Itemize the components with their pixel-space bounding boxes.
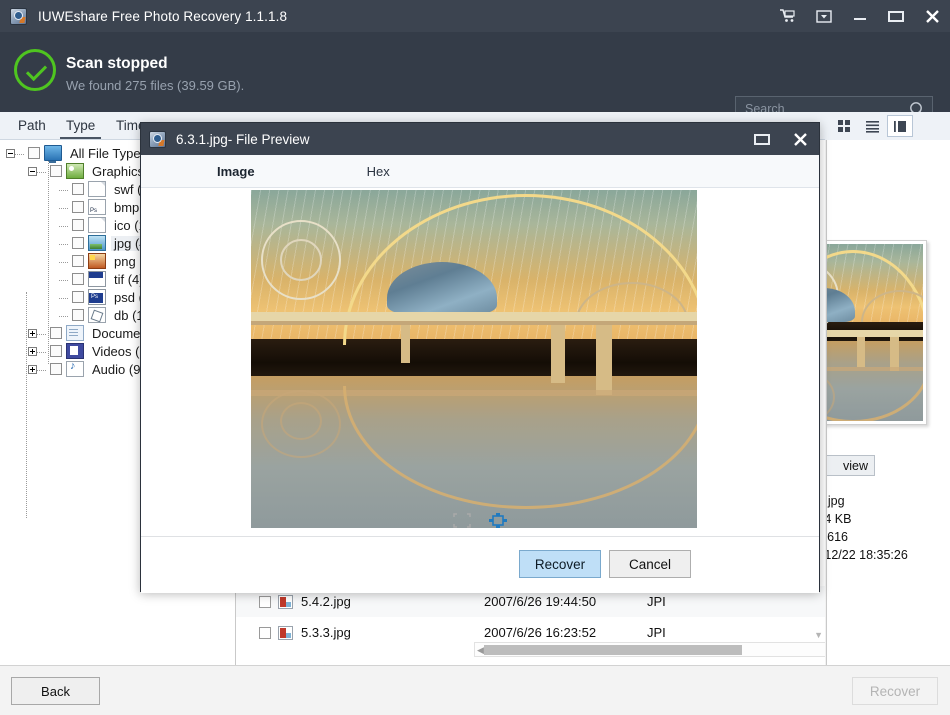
list-view-button[interactable] <box>859 115 885 137</box>
dialog-window-controls <box>743 123 819 155</box>
actual-size-icon[interactable] <box>489 513 507 529</box>
window-title: IUWEshare Free Photo Recovery 1.1.1.8 <box>38 8 288 24</box>
scan-status-title: Scan stopped <box>66 55 168 72</box>
dialog-cancel-button[interactable]: Cancel <box>609 550 691 578</box>
tree-item-checkbox[interactable] <box>50 165 62 177</box>
tree-item-checkbox[interactable] <box>72 255 84 267</box>
close-icon[interactable] <box>781 123 819 155</box>
preview-button[interactable]: view <box>827 455 875 476</box>
expand-toggle[interactable] <box>28 364 37 374</box>
file-type: JPI <box>647 625 666 640</box>
view-mode-toolbar <box>825 112 950 140</box>
file-preview-dialog: 6.3.1.jpg- File Preview Image Hex Recove… <box>140 122 820 593</box>
preview-side-panel: view 3.1.jpg 4.54 KB 2 x 616 08/12/22 18… <box>826 140 950 665</box>
dialog-footer: Recover Cancel <box>141 536 819 593</box>
scrollbar-thumb[interactable] <box>484 645 742 655</box>
tree-item-checkbox[interactable] <box>72 309 84 321</box>
jpeg-file-icon <box>278 594 293 609</box>
preview-thumbnail[interactable] <box>827 240 927 425</box>
monitor-icon <box>44 145 62 163</box>
expand-toggle[interactable] <box>28 328 37 338</box>
window-controls <box>770 0 950 32</box>
png-image-icon <box>88 253 106 269</box>
maximize-icon[interactable] <box>743 123 781 155</box>
tab-path[interactable]: Path <box>12 115 52 139</box>
vertical-scroll-down-arrow[interactable]: ▼ <box>814 630 823 640</box>
tree-item-checkbox[interactable] <box>50 363 62 375</box>
tree-item-checkbox[interactable] <box>72 237 84 249</box>
preview-image <box>251 190 697 528</box>
tif-image-icon <box>88 271 106 287</box>
app-window: IUWEshare Free Photo Recovery 1.1.1.8 Sc… <box>0 0 950 715</box>
fit-to-window-icon[interactable] <box>453 513 471 529</box>
psd-file-icon <box>88 289 106 305</box>
video-icon <box>66 343 84 359</box>
dialog-titlebar: 6.3.1.jpg- File Preview <box>141 123 819 155</box>
close-icon[interactable] <box>914 0 950 32</box>
collapse-toggle[interactable] <box>6 148 15 158</box>
app-logo-icon <box>149 130 166 148</box>
tree-item-checkbox[interactable] <box>50 345 62 357</box>
file-metadata: 3.1.jpg 4.54 KB 2 x 616 08/12/22 18:35:2… <box>826 492 908 564</box>
file-name: 5.4.2.jpg <box>301 594 351 609</box>
scan-status-band: Scan stopped We found 275 files (39.59 G… <box>0 32 950 121</box>
tree-item-checkbox[interactable] <box>28 147 40 159</box>
meta-datetime: 08/12/22 18:35:26 <box>827 548 908 562</box>
document-icon <box>88 217 106 233</box>
documents-icon <box>66 325 84 341</box>
db-file-icon <box>88 307 106 323</box>
file-name: 5.3.3.jpg <box>301 625 351 640</box>
minimize-icon[interactable] <box>842 0 878 32</box>
maximize-icon[interactable] <box>878 0 914 32</box>
scroll-left-arrow[interactable]: ◀ <box>477 645 484 656</box>
meta-dimensions: 2 x 616 <box>827 530 849 544</box>
tree-item-checkbox[interactable] <box>72 273 84 285</box>
graphics-icon <box>66 163 84 179</box>
bottom-action-bar: Back Recover <box>0 665 950 715</box>
collapse-toggle[interactable] <box>28 166 37 176</box>
meta-filesize: 4.54 KB <box>827 512 852 526</box>
horizontal-scrollbar[interactable]: ◀ ▶ ▶ <box>474 642 825 657</box>
tree-item-checkbox[interactable] <box>72 219 84 231</box>
recover-button: Recover <box>852 677 938 705</box>
dialog-recover-button[interactable]: Recover <box>519 550 601 578</box>
dialog-tabs: Image Hex <box>141 155 819 188</box>
tray-dropdown-icon[interactable] <box>806 0 842 32</box>
document-icon <box>88 181 106 197</box>
tree-item-checkbox[interactable] <box>72 183 84 195</box>
file-type: JPI <box>647 594 666 609</box>
tree-item-checkbox[interactable] <box>50 327 62 339</box>
row-checkbox[interactable] <box>259 626 271 639</box>
tab-hex[interactable]: Hex <box>367 164 390 179</box>
dialog-title: 6.3.1.jpg- File Preview <box>176 131 310 147</box>
meta-filename: 3.1.jpg <box>826 494 845 508</box>
tab-type[interactable]: Type <box>60 115 102 139</box>
back-button[interactable]: Back <box>11 677 100 705</box>
row-checkbox[interactable] <box>259 595 271 608</box>
zoom-tools <box>141 510 819 532</box>
file-date: 2007/6/26 16:23:52 <box>484 625 597 640</box>
audio-icon <box>66 360 84 377</box>
dialog-body <box>141 188 819 536</box>
file-date: 2007/6/26 19:44:50 <box>484 594 597 609</box>
app-logo-icon <box>10 7 27 25</box>
tree-item-checkbox[interactable] <box>72 201 84 213</box>
jpeg-file-icon <box>278 625 293 640</box>
grid-view-button[interactable] <box>831 115 857 137</box>
window-titlebar: IUWEshare Free Photo Recovery 1.1.1.8 <box>0 0 950 32</box>
ps-file-icon <box>88 199 106 215</box>
preview-view-button[interactable] <box>887 115 913 137</box>
scan-status-subtitle: We found 275 files (39.59 GB). <box>66 78 245 93</box>
expand-toggle[interactable] <box>28 346 37 356</box>
success-check-icon <box>14 49 56 91</box>
tree-item-checkbox[interactable] <box>72 291 84 303</box>
cart-icon[interactable] <box>770 0 806 32</box>
tab-image[interactable]: Image <box>217 164 255 179</box>
jpg-image-icon <box>88 235 106 251</box>
